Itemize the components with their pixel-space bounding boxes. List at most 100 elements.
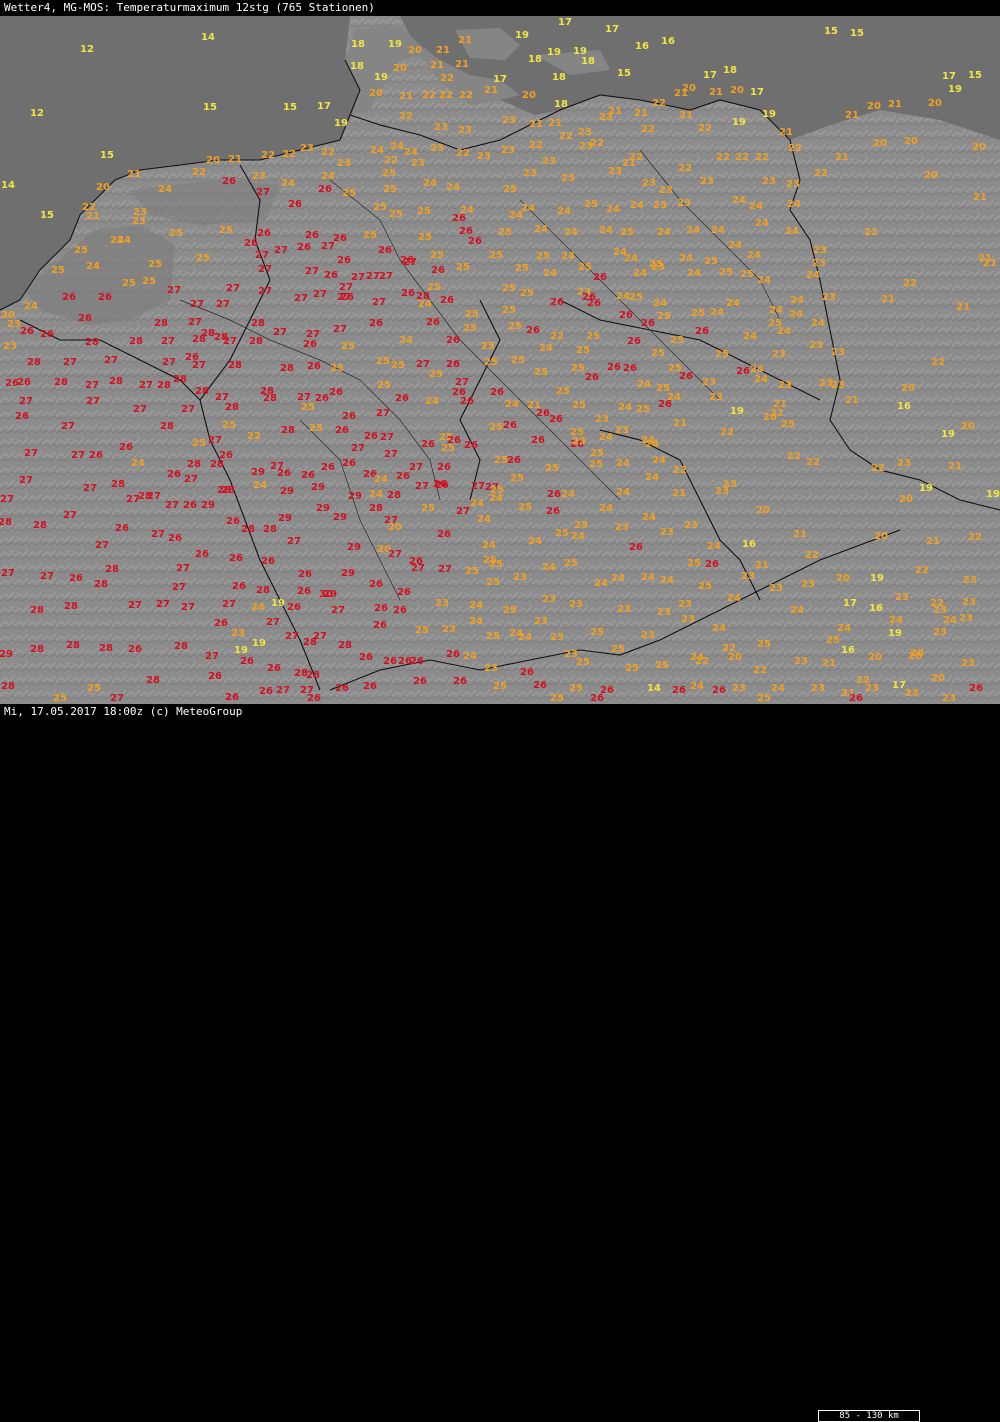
station-value: 26 bbox=[333, 233, 347, 244]
station-value: 26 bbox=[533, 680, 547, 691]
station-value: 28 bbox=[195, 386, 209, 397]
station-value: 22 bbox=[716, 152, 730, 163]
station-value: 23 bbox=[897, 458, 911, 469]
station-value: 23 bbox=[617, 604, 631, 615]
station-value: 14 bbox=[201, 32, 215, 43]
station-value: 23 bbox=[484, 663, 498, 674]
station-value: 24 bbox=[616, 458, 630, 469]
station-value: 24 bbox=[732, 195, 746, 206]
station-value: 27 bbox=[305, 266, 319, 277]
station-value: 26 bbox=[222, 176, 236, 187]
station-value: 25 bbox=[196, 253, 210, 264]
station-value: 25 bbox=[53, 693, 67, 704]
station-value: 28 bbox=[263, 524, 277, 535]
station-value: 22 bbox=[787, 451, 801, 462]
station-value: 22 bbox=[192, 167, 206, 178]
station-value: 24 bbox=[711, 225, 725, 236]
station-value: 23 bbox=[458, 125, 472, 136]
station-value: 25 bbox=[493, 681, 507, 692]
station-value: 28 bbox=[369, 503, 383, 514]
station-value: 26 bbox=[329, 387, 343, 398]
station-value: 27 bbox=[188, 317, 202, 328]
station-value: 23 bbox=[7, 319, 21, 330]
station-value: 27 bbox=[24, 448, 38, 459]
station-value: 22 bbox=[755, 152, 769, 163]
station-value: 22 bbox=[903, 278, 917, 289]
station-value: 20 bbox=[873, 138, 887, 149]
station-value: 24 bbox=[707, 541, 721, 552]
station-value: 27 bbox=[19, 396, 33, 407]
station-value: 23 bbox=[772, 349, 786, 360]
station-value: 25 bbox=[418, 232, 432, 243]
station-value: 26 bbox=[393, 605, 407, 616]
station-value: 28 bbox=[256, 585, 270, 596]
station-value: 26 bbox=[421, 439, 435, 450]
station-value: 24 bbox=[423, 178, 437, 189]
station-value: 26 bbox=[364, 431, 378, 442]
station-value: 26 bbox=[342, 411, 356, 422]
station-value: 26 bbox=[69, 573, 83, 584]
station-value: 27 bbox=[139, 380, 153, 391]
station-value: 26 bbox=[277, 468, 291, 479]
station-value: 22 bbox=[968, 532, 982, 543]
station-value: 15 bbox=[617, 68, 631, 79]
station-value: 25 bbox=[503, 184, 517, 195]
station-value: 26 bbox=[267, 663, 281, 674]
station-value: 19 bbox=[730, 406, 744, 417]
station-value: 22 bbox=[864, 227, 878, 238]
station-value: 26 bbox=[431, 265, 445, 276]
station-value: 22 bbox=[931, 357, 945, 368]
station-value: 24 bbox=[561, 489, 575, 500]
station-value: 23 bbox=[809, 340, 823, 351]
station-value: 24 bbox=[757, 275, 771, 286]
station-value: 25 bbox=[651, 348, 665, 359]
station-value: 27 bbox=[161, 336, 175, 347]
station-value: 22 bbox=[652, 98, 666, 109]
station-value: 27 bbox=[411, 563, 425, 574]
station-value: 27 bbox=[471, 481, 485, 492]
station-value: 17 bbox=[892, 680, 906, 691]
station-value: 22 bbox=[806, 457, 820, 468]
station-value: 21 bbox=[548, 118, 562, 129]
station-value: 27 bbox=[226, 283, 240, 294]
station-value: 24 bbox=[611, 573, 625, 584]
station-value: 26 bbox=[736, 366, 750, 377]
station-value: 26 bbox=[168, 533, 182, 544]
station-value: 23 bbox=[477, 151, 491, 162]
station-value: 25 bbox=[486, 577, 500, 588]
station-value: 24 bbox=[687, 268, 701, 279]
station-value: 24 bbox=[24, 301, 38, 312]
station-value: 25 bbox=[463, 323, 477, 334]
station-value: 27 bbox=[71, 450, 85, 461]
station-value: 25 bbox=[377, 380, 391, 391]
station-value: 22 bbox=[805, 550, 819, 561]
station-value: 26 bbox=[520, 667, 534, 678]
station-value: 27 bbox=[216, 299, 230, 310]
station-value: 27 bbox=[376, 408, 390, 419]
station-value: 25 bbox=[826, 635, 840, 646]
station-value: 25 bbox=[342, 188, 356, 199]
station-value: 25 bbox=[704, 256, 718, 267]
station-value: 23 bbox=[578, 127, 592, 138]
station-value: 29 bbox=[251, 467, 265, 478]
station-value: 29 bbox=[333, 512, 347, 523]
station-value: 25 bbox=[363, 230, 377, 241]
station-value: 24 bbox=[599, 225, 613, 236]
station-value: 27 bbox=[351, 272, 365, 283]
station-value: 20 bbox=[899, 494, 913, 505]
station-value: 22 bbox=[550, 331, 564, 342]
station-value: 25 bbox=[629, 292, 643, 303]
station-value: 23 bbox=[300, 143, 314, 154]
station-value: 26 bbox=[214, 618, 228, 629]
station-value: 22 bbox=[456, 148, 470, 159]
station-value: 25 bbox=[657, 311, 671, 322]
station-value: 17 bbox=[942, 71, 956, 82]
station-value: 20 bbox=[931, 673, 945, 684]
station-value: 27 bbox=[85, 380, 99, 391]
station-value: 28 bbox=[306, 670, 320, 681]
station-value: 27 bbox=[415, 481, 429, 492]
station-value: 24 bbox=[811, 318, 825, 329]
station-value: 26 bbox=[658, 399, 672, 410]
station-value: 26 bbox=[401, 288, 415, 299]
station-value: 24 bbox=[469, 600, 483, 611]
